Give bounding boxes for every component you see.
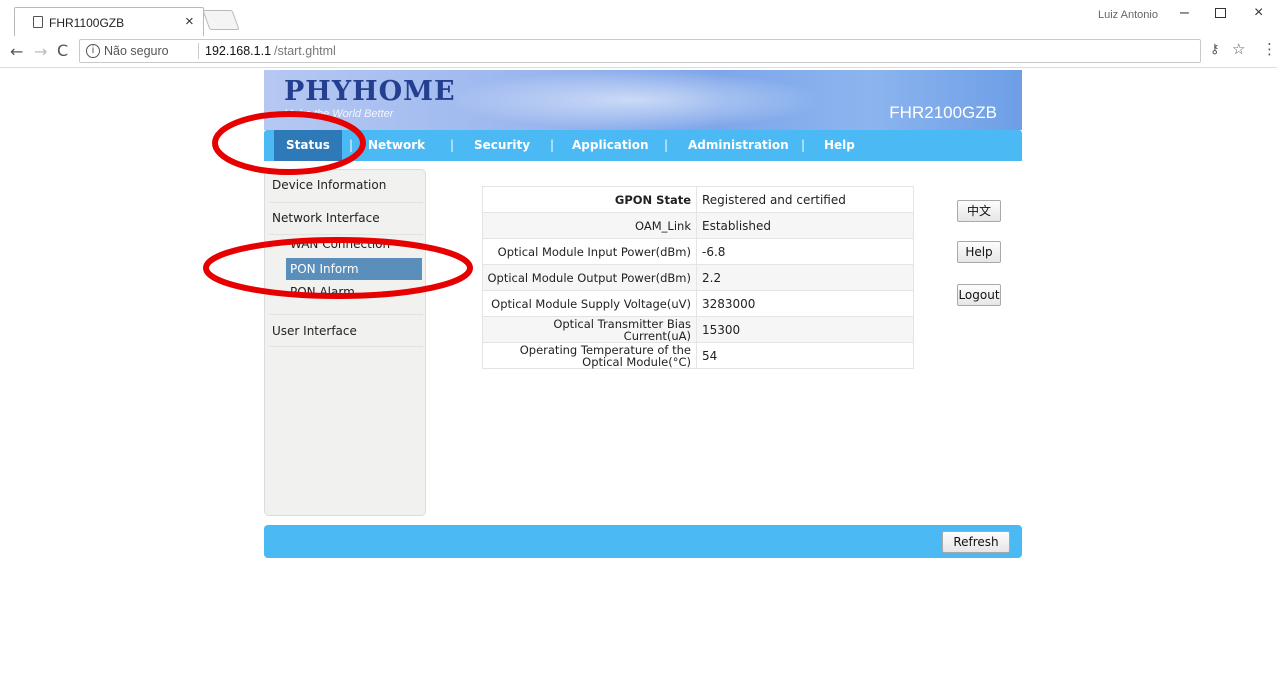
url-host[interactable]: 192.168.1.1 (205, 44, 271, 58)
table-row: Operating Temperature of the Optical Mod… (482, 342, 914, 369)
sidebar-item-label: PON Inform (290, 262, 359, 276)
divider (269, 234, 423, 235)
tab-title: FHR1100GZB (49, 16, 125, 30)
menu-separator: | (450, 138, 455, 152)
row-label: GPON State (482, 186, 697, 213)
divider (198, 43, 199, 59)
row-label: Operating Temperature of the Optical Mod… (482, 342, 697, 369)
row-label: Optical Module Supply Voltage(uV) (482, 290, 697, 317)
back-arrow-icon[interactable]: ← (10, 42, 23, 61)
help-button[interactable]: Help (957, 241, 1001, 263)
menu-application[interactable]: Application (572, 130, 649, 161)
new-tab-button[interactable] (202, 10, 240, 30)
browser-menu-icon[interactable]: ⋮ (1262, 40, 1277, 58)
security-label[interactable]: Não seguro (104, 44, 169, 58)
row-label: Optical Module Input Power(dBm) (482, 238, 697, 265)
tab-close-icon[interactable]: × (185, 13, 194, 30)
reload-icon[interactable]: C (57, 41, 68, 60)
table-row: GPON State Registered and certified (482, 186, 914, 213)
page-icon (33, 16, 43, 28)
menu-separator: | (801, 138, 806, 152)
divider (269, 346, 423, 347)
menu-separator: | (349, 138, 354, 152)
sidebar-item-network-interface[interactable]: Network Interface (272, 211, 380, 225)
logout-button[interactable]: Logout (957, 284, 1001, 306)
address-bar[interactable]: i Não seguro 192.168.1.1 /start.ghtml (79, 39, 1201, 63)
maximize-icon[interactable] (1215, 8, 1226, 18)
table-row: Optical Transmitter Bias Current(uA) 153… (482, 316, 914, 343)
footer-bar: Refresh (264, 525, 1022, 558)
table-row: Optical Module Input Power(dBm) -6.8 (482, 238, 914, 265)
brand-logo: PHYHOME (284, 76, 456, 107)
brand-slogan: Make the World Better (284, 108, 394, 120)
row-label: Optical Transmitter Bias Current(uA) (482, 316, 697, 343)
sidebar-item-wan-connection[interactable]: WAN Connection (290, 237, 390, 251)
minimize-icon[interactable]: – (1180, 4, 1189, 22)
menu-administration[interactable]: Administration (688, 130, 789, 161)
menu-separator: | (664, 138, 669, 152)
row-value: 15300 (696, 316, 914, 343)
pon-info-table: GPON State Registered and certified OAM_… (482, 186, 914, 369)
row-value: Established (696, 212, 914, 239)
address-toolbar: ← → C i Não seguro 192.168.1.1 /start.gh… (0, 36, 1277, 68)
divider (269, 314, 423, 315)
refresh-button[interactable]: Refresh (942, 531, 1010, 553)
row-label: OAM_Link (482, 212, 697, 239)
url-path[interactable]: /start.ghtml (274, 44, 336, 58)
profile-name[interactable]: Luiz Antonio (1098, 9, 1158, 21)
sidebar-item-user-interface[interactable]: User Interface (272, 324, 357, 338)
table-row: Optical Module Supply Voltage(uV) 328300… (482, 290, 914, 317)
table-row: Optical Module Output Power(dBm) 2.2 (482, 264, 914, 291)
menu-status[interactable]: Status (274, 130, 342, 161)
menu-separator: | (550, 138, 555, 152)
forward-arrow-icon[interactable]: → (34, 42, 47, 61)
main-menu: Status | Network | Security | Applicatio… (264, 130, 1022, 161)
info-icon[interactable]: i (86, 44, 100, 58)
menu-security[interactable]: Security (474, 130, 530, 161)
key-icon[interactable]: ⚷ (1210, 42, 1220, 57)
menu-network[interactable]: Network (368, 130, 425, 161)
browser-tab[interactable]: FHR1100GZB × (14, 7, 204, 37)
bookmark-star-icon[interactable]: ☆ (1232, 40, 1245, 58)
sidebar-item-pon-alarm[interactable]: PON Alarm (290, 285, 355, 299)
sidebar-item-device-information[interactable]: Device Information (272, 178, 386, 192)
window-close-icon[interactable]: × (1254, 4, 1263, 22)
divider (269, 202, 423, 203)
table-row: OAM_Link Established (482, 212, 914, 239)
row-value: 54 (696, 342, 914, 369)
sidebar: Device Information Network Interface WAN… (264, 169, 426, 516)
banner-decoration (444, 70, 824, 130)
row-value: 3283000 (696, 290, 914, 317)
device-model: FHR2100GZB (889, 103, 997, 122)
sidebar-item-pon-inform[interactable]: PON Inform (286, 258, 422, 280)
chinese-language-button[interactable]: 中文 (957, 200, 1001, 222)
menu-help[interactable]: Help (824, 130, 855, 161)
header-banner: PHYHOME Make the World Better FHR2100GZB (264, 70, 1022, 130)
row-value: Registered and certified (696, 186, 914, 213)
row-value: 2.2 (696, 264, 914, 291)
browser-titlebar: FHR1100GZB × Luiz Antonio – × (0, 0, 1277, 37)
row-value: -6.8 (696, 238, 914, 265)
row-label: Optical Module Output Power(dBm) (482, 264, 697, 291)
